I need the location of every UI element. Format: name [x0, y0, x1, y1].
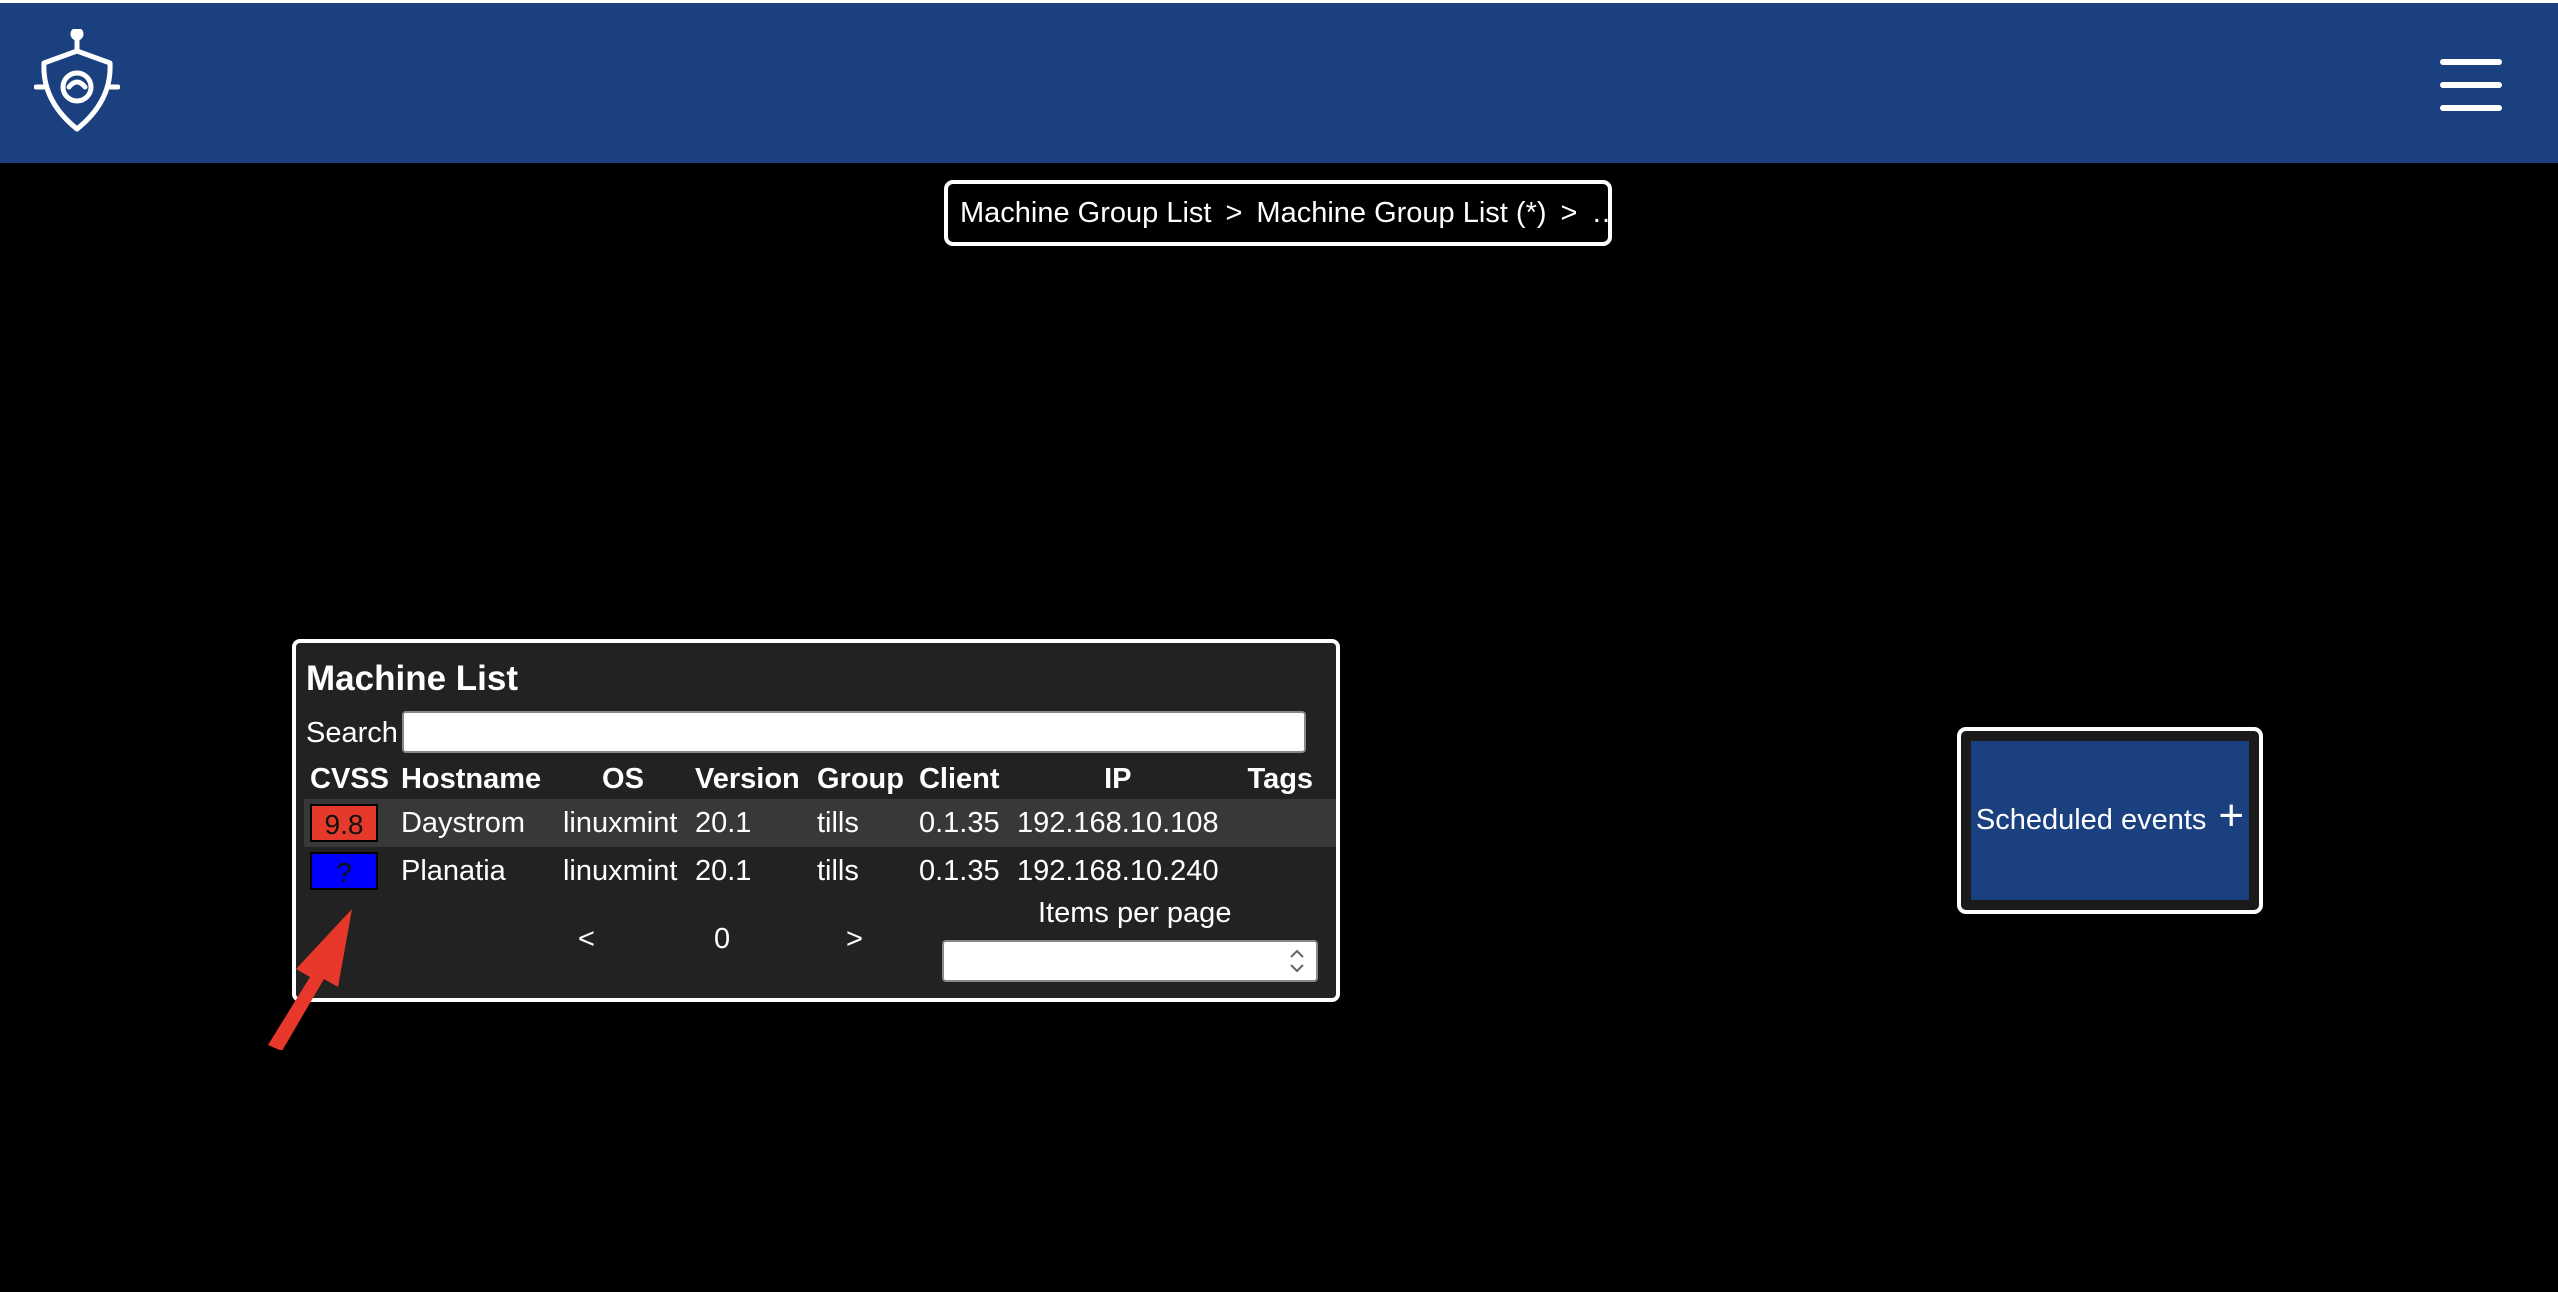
scheduled-events-label: Scheduled events [1975, 804, 2207, 836]
scheduled-events-card: Scheduled events + [1957, 727, 2263, 914]
search-label: Search [306, 717, 398, 749]
scheduled-events-button[interactable]: Scheduled events + [1971, 741, 2249, 900]
ip-cell: 192.168.10.108 [1010, 799, 1225, 847]
breadcrumb-item-machine-group-list[interactable]: Machine Group List [960, 197, 1211, 230]
group-cell: tills [810, 799, 913, 847]
column-header-tags[interactable]: Tags [1225, 759, 1336, 799]
breadcrumb-separator: > [1225, 196, 1243, 229]
hostname-cell[interactable]: Planatia [394, 847, 557, 895]
cvss-cell: 9.8 [304, 799, 395, 847]
column-header-client[interactable]: Client [913, 759, 1011, 799]
tags-cell [1224, 847, 1336, 895]
column-header-os[interactable]: OS [557, 759, 689, 799]
breadcrumb-item-machine-group-list-all[interactable]: Machine Group List (*) [1256, 197, 1546, 230]
cvss-cell: ? [304, 847, 395, 895]
cvss-badge[interactable]: 9.8 [310, 804, 378, 842]
ip-cell: 192.168.10.240 [1010, 847, 1225, 895]
panel-title: Machine List [306, 659, 518, 698]
cvss-badge[interactable]: ? [310, 852, 378, 890]
hamburger-menu-icon[interactable] [2440, 59, 2502, 111]
client-cell: 0.1.35 [912, 799, 1011, 847]
items-per-page-label: Items per page [1038, 897, 1232, 929]
version-cell: 20.1 [688, 847, 811, 895]
column-header-cvss[interactable]: CVSS [304, 759, 395, 799]
items-per-page-input[interactable] [942, 940, 1318, 982]
search-input[interactable] [402, 711, 1306, 753]
top-bar [0, 0, 2558, 163]
client-cell: 0.1.35 [912, 847, 1011, 895]
column-header-group[interactable]: Group [811, 759, 913, 799]
breadcrumb-separator: > [1560, 196, 1578, 229]
tags-cell [1224, 799, 1336, 847]
pager-page-number: 0 [714, 923, 731, 955]
hostname-cell[interactable]: Daystrom [394, 799, 557, 847]
column-header-version[interactable]: Version [689, 759, 811, 799]
number-spinner-icon[interactable] [1286, 946, 1308, 976]
os-cell: linuxmint [556, 799, 689, 847]
os-cell: linuxmint [556, 847, 689, 895]
pager-prev-button[interactable]: < [578, 923, 595, 956]
table-header-row: CVSS Hostname OS Version Group Client IP… [304, 759, 1336, 799]
red-arrow-annotation-icon [268, 909, 352, 1050]
machine-table: CVSS Hostname OS Version Group Client IP… [304, 759, 1336, 895]
machine-list-panel: Machine List Search CVSS Hostname OS Ver… [292, 639, 1340, 1002]
breadcrumb: Machine Group List > Machine Group List … [944, 180, 1612, 246]
column-header-hostname[interactable]: Hostname [395, 759, 557, 799]
table-row[interactable]: 9.8 Daystrom linuxmint 20.1 tills 0.1.35… [304, 799, 1336, 847]
table-row[interactable]: ? Planatia linuxmint 20.1 tills 0.1.35 1… [304, 847, 1336, 895]
plus-icon: + [2218, 790, 2245, 840]
group-cell: tills [810, 847, 913, 895]
shield-robot-logo-icon[interactable] [34, 29, 120, 141]
breadcrumb-item-ellipsis[interactable]: … [1591, 197, 1608, 230]
version-cell: 20.1 [688, 799, 811, 847]
column-header-ip[interactable]: IP [1011, 759, 1225, 799]
pager-next-button[interactable]: > [846, 923, 863, 956]
